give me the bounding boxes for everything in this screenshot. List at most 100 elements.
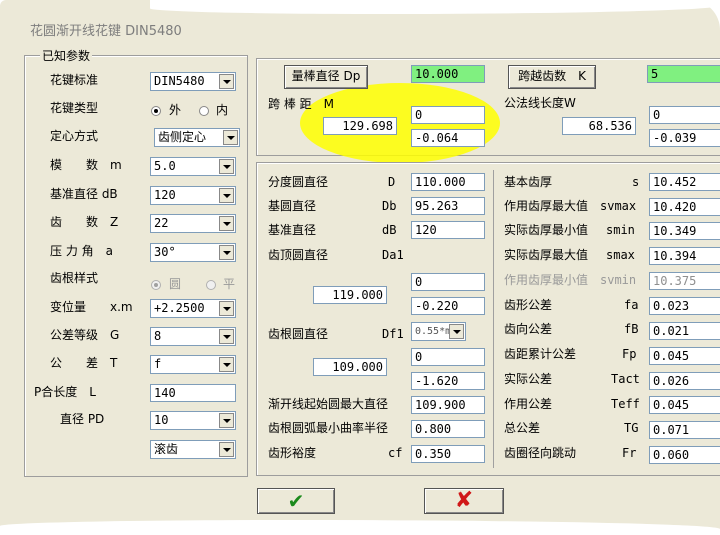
chevron-down-icon[interactable]: [219, 245, 234, 260]
pressure-angle-label: 压 力 角 a: [50, 244, 113, 258]
chevron-down-icon[interactable]: [219, 74, 234, 89]
radio-internal-label: 内: [216, 103, 229, 117]
tip-dia-lower: -0.220: [411, 297, 485, 315]
lead-tol-value: 0.021: [649, 322, 720, 340]
engage-length-label: P合长度 L: [34, 385, 96, 399]
pressure-angle-select[interactable]: 30°: [150, 243, 236, 262]
root-dia-label: 齿根圆直径: [268, 327, 329, 341]
torn-edge-bottom: [0, 520, 720, 535]
teeth-select[interactable]: 22: [150, 214, 236, 233]
base-dia-value: 95.263: [411, 197, 485, 215]
centering-select[interactable]: 齿侧定心: [154, 128, 240, 147]
eff-min-value: 10.375: [649, 272, 720, 290]
act-max-label: 实际齿厚最大值: [504, 248, 589, 262]
ref-dia-label: 基准直径 dB: [50, 187, 118, 201]
eff-max-label: 作用齿厚最大值: [504, 199, 589, 213]
chevron-down-icon[interactable]: [219, 413, 234, 428]
tolerance-select[interactable]: f: [150, 355, 236, 374]
pin-dia-value: 10.000: [411, 65, 485, 83]
pd-select[interactable]: 10: [150, 411, 236, 430]
ref-dia-result-symbol: dB: [382, 223, 397, 237]
pd-label: 直径 PD: [60, 412, 105, 426]
chevron-down-icon[interactable]: [223, 130, 238, 145]
radio-external-label: 外: [169, 103, 182, 117]
eff-max-value: 10.420: [649, 198, 720, 216]
runout-symbol: Fr: [622, 446, 637, 460]
total-tol-value: 0.071: [649, 421, 720, 439]
profile-shift-select[interactable]: +2.2500: [150, 299, 236, 318]
spline-type-label: 花键类型: [50, 101, 99, 115]
pitch-tol-symbol: Fp: [622, 347, 637, 361]
tolerance-label: 公 差 T: [50, 356, 118, 370]
spline-standard-select[interactable]: DIN5480: [150, 72, 236, 91]
root-style-label: 齿根样式: [50, 271, 99, 285]
root-radius-value: 0.800: [411, 420, 485, 438]
basic-thickness-symbol: s: [632, 175, 640, 189]
act-min-label: 实际齿厚最小值: [504, 223, 589, 237]
actual-tol-symbol: Tact: [611, 372, 640, 386]
module-select[interactable]: 5.0: [150, 157, 236, 176]
radio-internal[interactable]: [199, 106, 209, 116]
clearance-label: 齿形裕度: [268, 446, 317, 460]
root-radius-label: 齿根圆弧最小曲率半径: [268, 421, 389, 435]
base-tangent-lower: -0.039: [649, 129, 720, 147]
profile-tol-symbol: fa: [624, 298, 639, 312]
over-pin-value: 129.698: [323, 117, 397, 135]
ref-dia-result-value: 120: [411, 221, 485, 239]
lead-tol-label: 齿向公差: [504, 322, 553, 336]
engage-length-input[interactable]: 140: [150, 384, 236, 402]
chevron-down-icon[interactable]: [449, 324, 464, 339]
root-dia-upper: 0: [411, 348, 485, 366]
base-dia-label: 基圆直径: [268, 199, 317, 213]
profile-tol-label: 齿形公差: [504, 298, 553, 312]
base-dia-symbol: Db: [382, 199, 397, 213]
pitch-tol-value: 0.045: [649, 347, 720, 365]
tip-dia-value: 119.000: [313, 286, 387, 304]
runout-value: 0.060: [649, 446, 720, 464]
actual-tol-label: 实际公差: [504, 372, 553, 386]
ref-dia-result-label: 基准直径: [268, 223, 317, 237]
cancel-button[interactable]: ✘: [424, 488, 504, 514]
chevron-down-icon[interactable]: [219, 188, 234, 203]
process-select[interactable]: 滚齿: [150, 440, 236, 459]
chevron-down-icon[interactable]: [219, 159, 234, 174]
base-tangent-upper: 0: [649, 106, 720, 124]
runout-label: 齿圈径向跳动: [504, 446, 577, 460]
span-teeth-value: 5: [647, 65, 720, 83]
root-dia-symbol: Df1: [382, 327, 404, 341]
clearance-symbol: cf: [388, 446, 403, 460]
root-dia-factor-select[interactable]: 0.55*m: [411, 322, 466, 341]
form-dia-label: 渐开线起始圆最大直径: [268, 397, 389, 411]
act-min-value: 10.349: [649, 222, 720, 240]
pin-dia-button[interactable]: 量棒直径 Dp: [284, 65, 368, 89]
total-tol-label: 总公差: [504, 421, 541, 435]
base-tangent-value: 68.536: [562, 117, 636, 135]
over-pin-upper: 0: [411, 106, 485, 124]
chevron-down-icon[interactable]: [219, 301, 234, 316]
act-max-value: 10.394: [649, 247, 720, 265]
profile-shift-label: 变位量 x.m: [50, 300, 133, 314]
tolerance-grade-select[interactable]: 8: [150, 327, 236, 346]
radio-root-round-label: 圆: [169, 277, 182, 291]
ok-button[interactable]: ✔: [257, 488, 335, 514]
radio-external[interactable]: [151, 106, 161, 116]
checkmark-icon: ✔: [287, 489, 305, 513]
pitch-dia-symbol: D: [388, 175, 396, 189]
eff-max-symbol: svmax: [600, 199, 637, 213]
tip-dia-upper: 0: [411, 273, 485, 291]
ref-dia-select[interactable]: 120: [150, 186, 236, 205]
chevron-down-icon[interactable]: [219, 329, 234, 344]
chevron-down-icon[interactable]: [219, 357, 234, 372]
tip-dia-label: 齿顶圆直径: [268, 248, 329, 262]
radio-root-round[interactable]: [151, 280, 161, 290]
profile-tol-value: 0.023: [649, 297, 720, 315]
total-tol-symbol: TG: [624, 421, 639, 435]
chevron-down-icon[interactable]: [219, 216, 234, 231]
radio-root-flat[interactable]: [206, 280, 216, 290]
span-teeth-button[interactable]: 跨越齿数 K: [508, 65, 596, 89]
basic-thickness-label: 基本齿厚: [504, 175, 553, 189]
pitch-dia-label: 分度圆直径: [268, 175, 329, 189]
chevron-down-icon[interactable]: [219, 442, 234, 457]
pitch-dia-value: 110.000: [411, 173, 485, 191]
root-dia-value: 109.000: [313, 358, 387, 376]
